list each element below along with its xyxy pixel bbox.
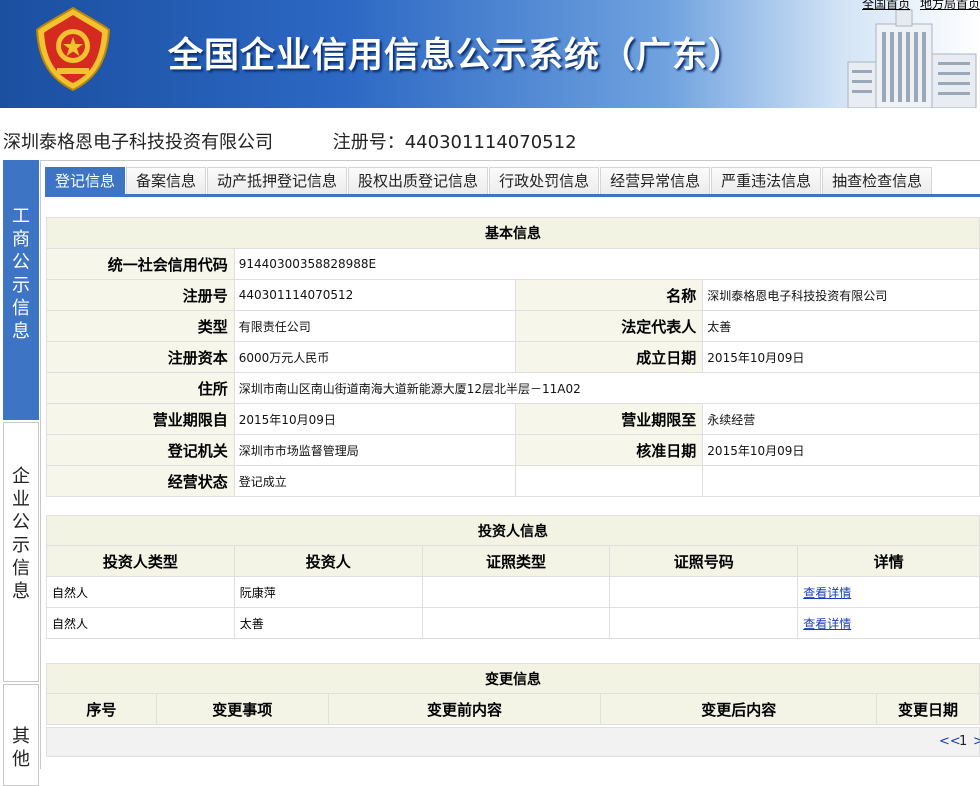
side-tab-label: 工商公示信息 bbox=[12, 206, 30, 342]
investor-type: 自然人 bbox=[46, 607, 235, 639]
basic-info-title: 基本信息 bbox=[46, 217, 980, 249]
investor-id-type bbox=[421, 607, 611, 639]
est-date-value: 2015年10月09日 bbox=[702, 341, 980, 373]
col-detail: 详情 bbox=[797, 545, 980, 577]
type-value: 有限责任公司 bbox=[233, 310, 516, 342]
pagination: << 1 > bbox=[46, 727, 980, 757]
tab-equity-pledge[interactable]: 股权出质登记信息 bbox=[348, 167, 489, 194]
change-title: 变更信息 bbox=[46, 663, 980, 694]
table-row: 自然人 阮康萍 查看详情 bbox=[46, 576, 980, 608]
tab-serious-violation[interactable]: 严重违法信息 bbox=[711, 167, 822, 194]
side-tab-business-publicity[interactable]: 工商公示信息 bbox=[3, 160, 39, 420]
investor-id-no bbox=[609, 576, 799, 608]
change-table: 变更信息 序号 变更事项 变更前内容 变更后内容 变更日期 bbox=[46, 663, 980, 725]
detail-cell: 查看详情 bbox=[797, 607, 980, 639]
tab-administrative-penalty[interactable]: 行政处罚信息 bbox=[489, 167, 600, 194]
investor-table: 投资人信息 投资人类型 投资人 证照类型 证照号码 详情 自然人 阮康萍 查看详… bbox=[46, 515, 980, 639]
credit-code-label: 统一社会信用代码 bbox=[46, 248, 235, 280]
side-tab-label: 其他 bbox=[12, 726, 30, 770]
home-link[interactable]: 全国首页 bbox=[862, 0, 910, 11]
col-seq: 序号 bbox=[46, 693, 157, 725]
tab-filing[interactable]: 备案信息 bbox=[126, 167, 207, 194]
building-illustration bbox=[847, 9, 977, 108]
side-tab-enterprise-publicity[interactable]: 企业公示信息 bbox=[3, 422, 39, 682]
local-home-link[interactable]: 地方局首页 bbox=[920, 0, 980, 11]
tab-registration[interactable]: 登记信息 bbox=[45, 167, 126, 194]
address-value: 深圳市南山区南山街道南海大道新能源大厦12层北半层－11A02 bbox=[233, 372, 980, 404]
tab-chattel-mortgage[interactable]: 动产抵押登记信息 bbox=[207, 167, 348, 194]
credit-code-value: 91440300358828988E bbox=[233, 248, 980, 280]
investor-id-type bbox=[421, 576, 611, 608]
legal-rep-label: 法定代表人 bbox=[514, 310, 704, 342]
term-to-value: 永续经营 bbox=[702, 403, 980, 435]
col-before: 变更前内容 bbox=[327, 693, 602, 725]
next-page-button[interactable]: > bbox=[973, 734, 980, 749]
side-tab-label: 企业公示信息 bbox=[12, 466, 30, 602]
tab-underline bbox=[45, 194, 980, 197]
col-investor: 投资人 bbox=[233, 545, 423, 577]
approval-date-value: 2015年10月09日 bbox=[702, 434, 980, 466]
national-emblem-icon bbox=[35, 6, 111, 92]
term-from-label: 营业期限自 bbox=[46, 403, 235, 435]
table-row: 自然人 太善 查看详情 bbox=[46, 607, 980, 639]
investor-id-no bbox=[609, 607, 799, 639]
status-label: 经营状态 bbox=[46, 465, 235, 497]
header-banner: 全国企业信用信息公示系统（广东） 全国首页 地方局首页 bbox=[0, 0, 980, 108]
view-detail-link[interactable]: 查看详情 bbox=[803, 586, 851, 600]
detail-cell: 查看详情 bbox=[797, 576, 980, 608]
current-page: 1 bbox=[959, 734, 968, 749]
top-links: 全国首页 地方局首页 bbox=[856, 0, 980, 12]
info-tabs: 登记信息 备案信息 动产抵押登记信息 股权出质登记信息 行政处罚信息 经营异常信息 严重违法… bbox=[45, 167, 933, 194]
authority-value: 深圳市市场监督管理局 bbox=[233, 434, 516, 466]
site-title: 全国企业信用信息公示系统（广东） bbox=[168, 36, 745, 76]
basic-info-table: 基本信息 统一社会信用代码 91440300358828988E 注册号 440… bbox=[46, 217, 980, 497]
empty-cell bbox=[514, 465, 704, 497]
address-label: 住所 bbox=[46, 372, 235, 404]
prev-page-button[interactable]: << bbox=[939, 734, 961, 749]
reg-no-value: 440301114070512 bbox=[233, 279, 516, 311]
authority-label: 登记机关 bbox=[46, 434, 235, 466]
col-change-item: 变更事项 bbox=[155, 693, 329, 725]
name-value: 深圳泰格恩电子科技投资有限公司 bbox=[702, 279, 980, 311]
legal-rep-value: 太善 bbox=[702, 310, 980, 342]
company-name: 深圳泰格恩电子科技投资有限公司 bbox=[3, 132, 273, 153]
company-heading: 深圳泰格恩电子科技投资有限公司 注册号：440301114070512 bbox=[3, 128, 577, 154]
empty-cell bbox=[702, 465, 980, 497]
capital-label: 注册资本 bbox=[46, 341, 235, 373]
type-label: 类型 bbox=[46, 310, 235, 342]
status-value: 登记成立 bbox=[233, 465, 516, 497]
approval-date-label: 核准日期 bbox=[514, 434, 704, 466]
tab-spot-check[interactable]: 抽查检查信息 bbox=[822, 167, 933, 194]
col-investor-type: 投资人类型 bbox=[46, 545, 235, 577]
est-date-label: 成立日期 bbox=[514, 341, 704, 373]
col-id-type: 证照类型 bbox=[421, 545, 611, 577]
investor-title: 投资人信息 bbox=[46, 515, 980, 546]
investor-type: 自然人 bbox=[46, 576, 235, 608]
col-change-date: 变更日期 bbox=[876, 693, 980, 725]
view-detail-link[interactable]: 查看详情 bbox=[803, 617, 851, 631]
col-after: 变更后内容 bbox=[600, 693, 878, 725]
tab-abnormal-operation[interactable]: 经营异常信息 bbox=[600, 167, 711, 194]
term-from-value: 2015年10月09日 bbox=[233, 403, 516, 435]
col-id-number: 证照号码 bbox=[609, 545, 799, 577]
name-label: 名称 bbox=[514, 279, 704, 311]
registration-number: 注册号：440301114070512 bbox=[332, 132, 577, 153]
investor-name: 太善 bbox=[233, 607, 423, 639]
side-tab-other[interactable]: 其他 bbox=[3, 684, 39, 786]
reg-no-label: 注册号 bbox=[46, 279, 235, 311]
investor-name: 阮康萍 bbox=[233, 576, 423, 608]
capital-value: 6000万元人民币 bbox=[233, 341, 516, 373]
term-to-label: 营业期限至 bbox=[514, 403, 704, 435]
